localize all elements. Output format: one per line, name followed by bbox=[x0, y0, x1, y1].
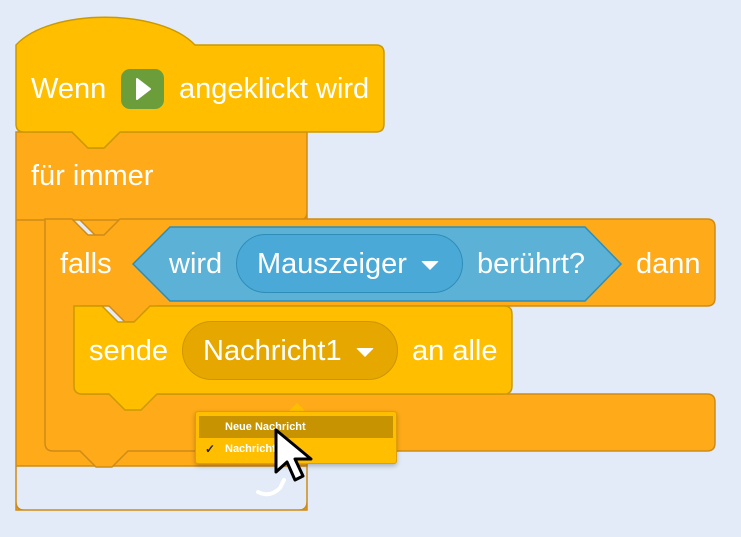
touching-target-value: Mauszeiger bbox=[257, 248, 407, 280]
touching-prefix-label: wird bbox=[169, 248, 223, 280]
hat-when-label: Wenn bbox=[31, 73, 107, 105]
green-flag-icon bbox=[136, 78, 151, 100]
broadcast-to-all-label: an alle bbox=[412, 335, 498, 367]
broadcast-message-dropdown[interactable]: Nachricht1 bbox=[182, 321, 398, 380]
chevron-down-icon bbox=[421, 261, 439, 270]
hat-clicked-label: angeklickt wird bbox=[179, 73, 370, 105]
touching-target-dropdown[interactable]: Mauszeiger bbox=[236, 234, 463, 293]
if-label: falls bbox=[60, 248, 112, 280]
mouse-pointer-icon bbox=[274, 428, 313, 482]
forever-label: für immer bbox=[31, 160, 154, 192]
then-label: dann bbox=[636, 248, 701, 280]
touching-suffix-label: berührt? bbox=[477, 248, 586, 280]
broadcast-message-value: Nachricht1 bbox=[203, 335, 342, 367]
chevron-down-icon bbox=[356, 348, 374, 357]
checkmark-icon: ✓ bbox=[205, 442, 216, 456]
broadcast-send-label: sende bbox=[89, 335, 169, 367]
